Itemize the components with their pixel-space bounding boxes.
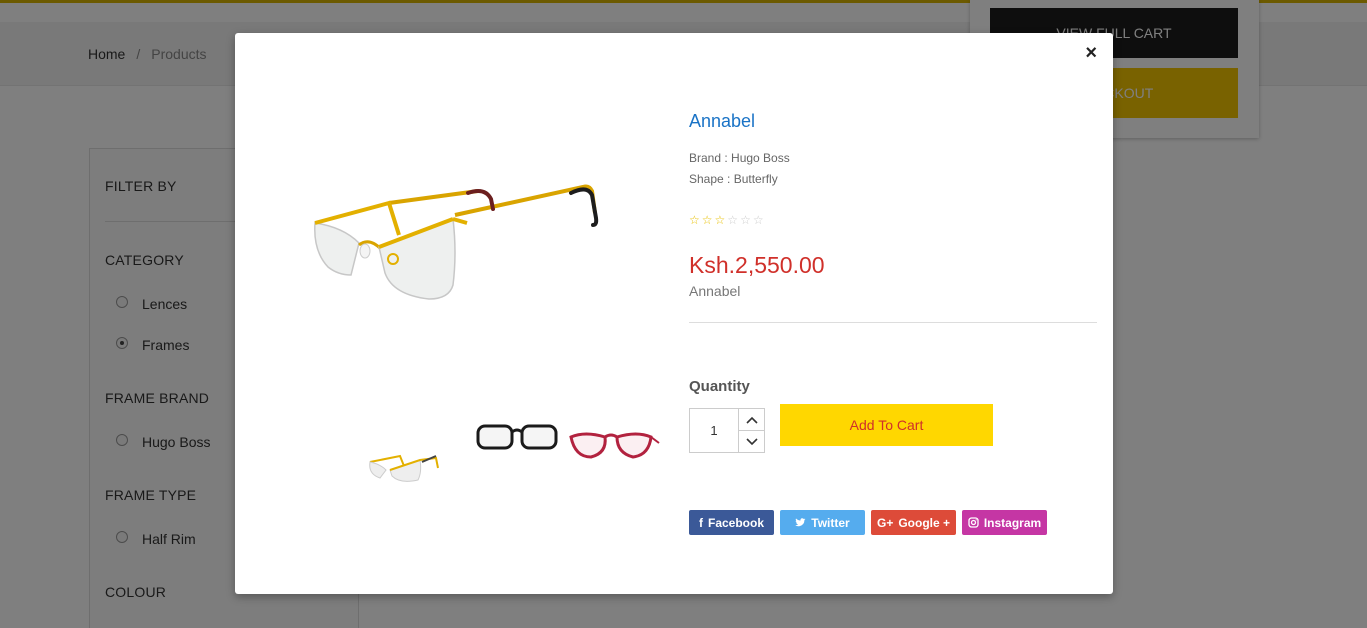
star-filled-icon: ☆	[689, 213, 700, 227]
product-price: Ksh.2,550.00	[689, 252, 825, 278]
quantity-stepper	[689, 408, 765, 453]
star-filled-icon: ☆	[701, 213, 713, 227]
star-empty-icon: ☆	[752, 213, 764, 227]
facebook-share-button[interactable]: f Facebook	[689, 510, 774, 535]
twitter-share-button[interactable]: Twitter	[780, 510, 865, 535]
shape-value: Butterfly	[733, 172, 778, 186]
section-divider	[689, 322, 1097, 323]
chevron-down-icon[interactable]	[739, 430, 764, 452]
google-plus-share-button[interactable]: G+ Google +	[871, 510, 956, 535]
brand-label: Brand :	[689, 151, 732, 165]
star-rating: ☆ ☆ ☆ ☆ ☆ ☆	[689, 213, 764, 227]
close-icon[interactable]: ×	[1085, 43, 1097, 63]
star-empty-icon: ☆	[727, 213, 739, 227]
shape-label: Shape :	[689, 172, 734, 186]
facebook-icon: f	[698, 515, 703, 530]
add-to-cart-button[interactable]: Add To Cart	[780, 404, 993, 446]
google-plus-label: Google +	[898, 515, 951, 530]
product-shape: Shape : Butterfly	[689, 172, 778, 186]
google-plus-icon: G+	[876, 515, 894, 530]
product-title[interactable]: Annabel	[689, 111, 755, 132]
star-filled-icon: ☆	[714, 213, 726, 227]
star-empty-icon: ☆	[740, 213, 751, 227]
quantity-arrows	[738, 409, 764, 452]
product-main-image	[314, 184, 599, 300]
thumbnail-strip	[360, 418, 670, 498]
twitter-label: Twitter	[811, 515, 850, 530]
chevron-up-icon[interactable]	[739, 409, 764, 430]
instagram-share-button[interactable]: Instagram	[962, 510, 1047, 535]
gold-glasses-thumbnail[interactable]	[360, 448, 456, 508]
quantity-label: Quantity	[689, 378, 750, 395]
quantity-input[interactable]	[690, 409, 738, 452]
instagram-label: Instagram	[983, 515, 1042, 530]
product-brand: Brand : Hugo Boss	[689, 151, 790, 165]
social-share-bar: f Facebook Twitter G+ Google + Instagram	[689, 510, 1053, 535]
red-glasses-thumbnail[interactable]	[565, 423, 661, 483]
twitter-icon	[795, 517, 806, 526]
brand-value: Hugo Boss	[731, 151, 790, 165]
product-quickview-modal: × Annabel Brand: Hugo Boss Shape: Butt…	[235, 33, 1113, 594]
instagram-icon	[968, 517, 979, 528]
black-glasses-thumbnail[interactable]	[470, 418, 566, 478]
facebook-label: Facebook	[707, 515, 764, 530]
product-subtitle: Annabel	[689, 283, 741, 299]
